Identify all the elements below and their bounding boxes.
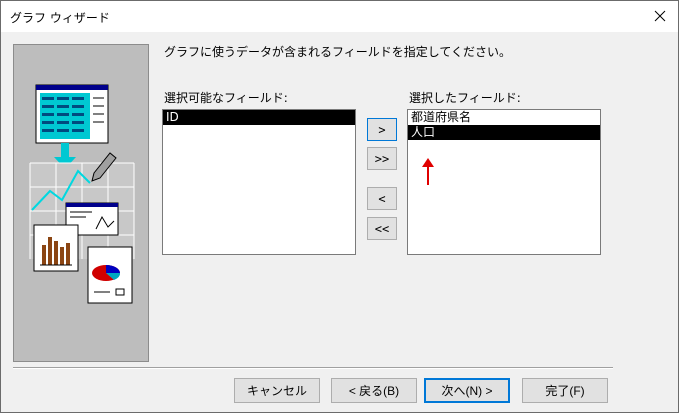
remove-all-fields-button[interactable]: <<: [367, 217, 397, 240]
wizard-illustration: [13, 44, 149, 362]
list-item[interactable]: 人口: [408, 125, 600, 140]
red-arrow-annotation-icon: [421, 157, 435, 190]
cancel-button[interactable]: キャンセル: [234, 378, 320, 403]
next-button[interactable]: 次へ(N) >: [424, 378, 510, 403]
list-item[interactable]: ID: [163, 110, 355, 125]
back-button[interactable]: < 戻る(B): [331, 378, 417, 403]
close-icon[interactable]: [648, 4, 672, 28]
finish-button[interactable]: 完了(F): [522, 378, 608, 403]
remove-field-button[interactable]: <: [367, 187, 397, 210]
add-all-fields-button[interactable]: >>: [367, 147, 397, 170]
add-field-button[interactable]: >: [367, 118, 397, 141]
available-fields-label: 選択可能なフィールド:: [164, 91, 288, 105]
list-item[interactable]: 都道府県名: [408, 110, 600, 125]
footer-separator: [13, 367, 613, 369]
available-fields-listbox[interactable]: ID: [162, 109, 356, 255]
selected-fields-label: 選択したフィールド:: [409, 91, 521, 105]
chart-wizard-dialog: グラフ ウィザード グラフに使うデータが含まれるフィールドを指定してください。 …: [0, 0, 679, 413]
selected-fields-listbox[interactable]: 都道府県名 人口: [407, 109, 601, 255]
instruction-text: グラフに使うデータが含まれるフィールドを指定してください。: [164, 45, 512, 59]
window-title: グラフ ウィザード: [10, 11, 110, 25]
title-bar: グラフ ウィザード: [1, 1, 678, 32]
